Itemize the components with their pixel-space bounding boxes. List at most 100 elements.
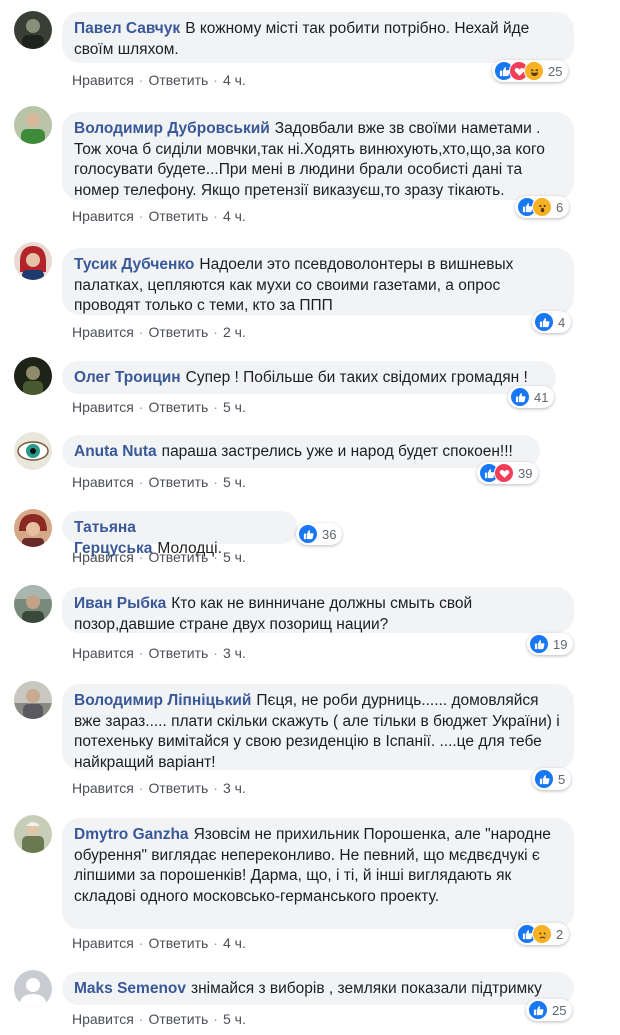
reactions-summary[interactable]: 39 — [477, 462, 539, 484]
like-link[interactable]: Нравится — [72, 324, 134, 340]
reaction-count: 5 — [558, 771, 566, 787]
comment-author[interactable]: Володимир Дубровський — [74, 120, 270, 137]
reply-link[interactable]: Ответить — [148, 935, 208, 951]
reply-link[interactable]: Ответить — [148, 474, 208, 490]
separator: · — [138, 645, 144, 661]
like-link[interactable]: Нравится — [72, 935, 134, 951]
comment-timestamp[interactable]: 5 ч. — [223, 549, 246, 565]
comment-actions: Нравится · Ответить · 5 ч. — [72, 1011, 246, 1027]
wow-reaction-icon — [532, 197, 552, 217]
reply-link[interactable]: Ответить — [148, 72, 208, 88]
comment-timestamp[interactable]: 5 ч. — [223, 399, 246, 415]
comment-timestamp[interactable]: 3 ч. — [223, 780, 246, 796]
like-link[interactable]: Нравится — [72, 549, 134, 565]
comment-bubble: Тусик Дубченко Надоели это псевдоволонтер… — [62, 248, 574, 315]
comment-author[interactable]: Олег Троицин — [74, 369, 181, 386]
reply-link[interactable]: Ответить — [148, 645, 208, 661]
comment-author[interactable]: Anuta Nuta — [74, 443, 157, 460]
like-link[interactable]: Нравится — [72, 208, 134, 224]
like-reaction-icon — [298, 524, 318, 544]
reactions-summary[interactable]: 36 — [296, 523, 343, 545]
like-link[interactable]: Нравится — [72, 72, 134, 88]
avatar[interactable] — [14, 242, 52, 280]
reactions-summary[interactable]: 41 — [508, 386, 555, 408]
comment-author[interactable]: Тусик Дубченко — [74, 256, 194, 273]
comment-bubble: Dmytro Ganzha Язовсім не прихильник Порош… — [62, 818, 574, 929]
comment-timestamp[interactable]: 5 ч. — [223, 1011, 246, 1027]
reply-link[interactable]: Ответить — [148, 208, 208, 224]
comment-author[interactable]: Павел Савчук — [74, 20, 180, 37]
comment-actions: Нравится · Ответить · 4 ч. — [72, 935, 246, 951]
comment-timestamp[interactable]: 4 ч. — [223, 935, 246, 951]
separator: · — [138, 935, 144, 951]
reply-link[interactable]: Ответить — [148, 780, 208, 796]
comment-actions: Нравится · Ответить · 4 ч. — [72, 208, 246, 224]
comment-timestamp[interactable]: 5 ч. — [223, 474, 246, 490]
reply-link[interactable]: Ответить — [148, 1011, 208, 1027]
separator: · — [138, 780, 144, 796]
separator: · — [213, 324, 218, 340]
reactions-summary[interactable]: 4 — [532, 311, 572, 333]
separator: · — [138, 474, 144, 490]
reaction-count: 4 — [558, 314, 566, 330]
comment-timestamp[interactable]: 4 ч. — [223, 208, 246, 224]
like-reaction-icon — [534, 312, 554, 332]
like-reaction-icon — [529, 634, 549, 654]
reactions-summary[interactable]: 2 — [515, 923, 570, 945]
comment-bubble: Maks Semenov знімайся з виборів , земляки… — [62, 972, 574, 1005]
separator: · — [213, 935, 218, 951]
like-link[interactable]: Нравится — [72, 474, 134, 490]
avatar[interactable] — [14, 815, 52, 853]
reaction-count: 2 — [556, 926, 564, 942]
comment-actions: Нравится · Ответить · 4 ч. — [72, 72, 246, 88]
reactions-summary[interactable]: 25 — [492, 60, 569, 82]
reply-link[interactable]: Ответить — [148, 549, 208, 565]
avatar[interactable] — [14, 357, 52, 395]
sad-reaction-icon — [532, 924, 552, 944]
comment-author[interactable]: Dmytro Ganzha — [74, 826, 189, 843]
comment-bubble: Олег Троицин Супер ! Побільше би таких св… — [62, 361, 556, 394]
comment-author[interactable]: Володимир Ліпніцький — [74, 692, 251, 709]
reaction-count: 25 — [548, 63, 563, 79]
separator: · — [213, 780, 218, 796]
avatar[interactable] — [14, 106, 52, 144]
avatar[interactable] — [14, 681, 52, 719]
avatar[interactable] — [14, 970, 52, 1008]
reactions-summary[interactable]: 19 — [527, 633, 574, 655]
reply-link[interactable]: Ответить — [148, 324, 208, 340]
separator: · — [213, 474, 218, 490]
separator: · — [213, 645, 218, 661]
reactions-summary[interactable]: 25 — [526, 999, 573, 1021]
separator: · — [138, 1011, 144, 1027]
reply-link[interactable]: Ответить — [148, 399, 208, 415]
comment-bubble: Татьяна Герцуська Молодці. — [62, 511, 298, 557]
haha-reaction-icon — [524, 61, 544, 81]
separator: · — [213, 549, 218, 565]
reaction-count: 36 — [322, 526, 337, 542]
reaction-count: 39 — [518, 465, 533, 481]
avatar[interactable] — [14, 11, 52, 49]
like-link[interactable]: Нравится — [72, 399, 134, 415]
comment-author[interactable]: Иван Рыбка — [74, 595, 166, 612]
like-link[interactable]: Нравится — [72, 645, 134, 661]
avatar[interactable] — [14, 509, 52, 547]
separator: · — [213, 208, 218, 224]
avatar[interactable] — [14, 585, 52, 623]
comment-author[interactable]: Maks Semenov — [74, 980, 186, 997]
like-link[interactable]: Нравится — [72, 780, 134, 796]
avatar[interactable] — [14, 432, 52, 470]
comment-actions: Нравится · Ответить · 3 ч. — [72, 780, 246, 796]
like-reaction-icon — [528, 1000, 548, 1020]
comment-timestamp[interactable]: 3 ч. — [223, 645, 246, 661]
separator: · — [138, 208, 144, 224]
separator: · — [138, 324, 144, 340]
reactions-summary[interactable]: 6 — [515, 196, 570, 218]
comment-timestamp[interactable]: 4 ч. — [223, 72, 246, 88]
comment-text: параша застрелись уже и народ будет спок… — [161, 443, 513, 460]
reaction-count: 41 — [534, 389, 549, 405]
like-link[interactable]: Нравится — [72, 1011, 134, 1027]
reactions-summary[interactable]: 5 — [532, 768, 572, 790]
comment-actions: Нравится · Ответить · 2 ч. — [72, 324, 246, 340]
comment-bubble: Anuta Nuta параша застрелись уже и народ … — [62, 435, 540, 468]
comment-timestamp[interactable]: 2 ч. — [223, 324, 246, 340]
